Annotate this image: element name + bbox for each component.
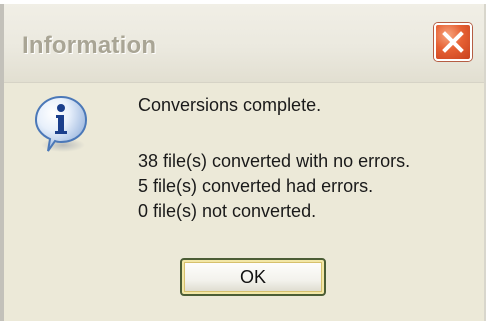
dialog-content: Conversions complete. 38 file(s) convert… (4, 82, 484, 321)
message-line-converted: 38 file(s) converted with no errors. (138, 151, 411, 171)
message-heading: Conversions complete. (138, 95, 322, 115)
dialog-titlebar[interactable]: Information (4, 4, 484, 83)
info-icon (33, 94, 89, 156)
information-dialog: Information Conversions complete. 38 fil… (0, 4, 486, 321)
ok-button[interactable]: OK (180, 258, 326, 296)
close-icon (442, 31, 464, 53)
message-line-not-converted: 0 file(s) not converted. (138, 201, 317, 221)
close-button[interactable] (434, 23, 472, 61)
dialog-title: Information (22, 32, 157, 59)
message-line-errors: 5 file(s) converted had errors. (138, 176, 374, 196)
